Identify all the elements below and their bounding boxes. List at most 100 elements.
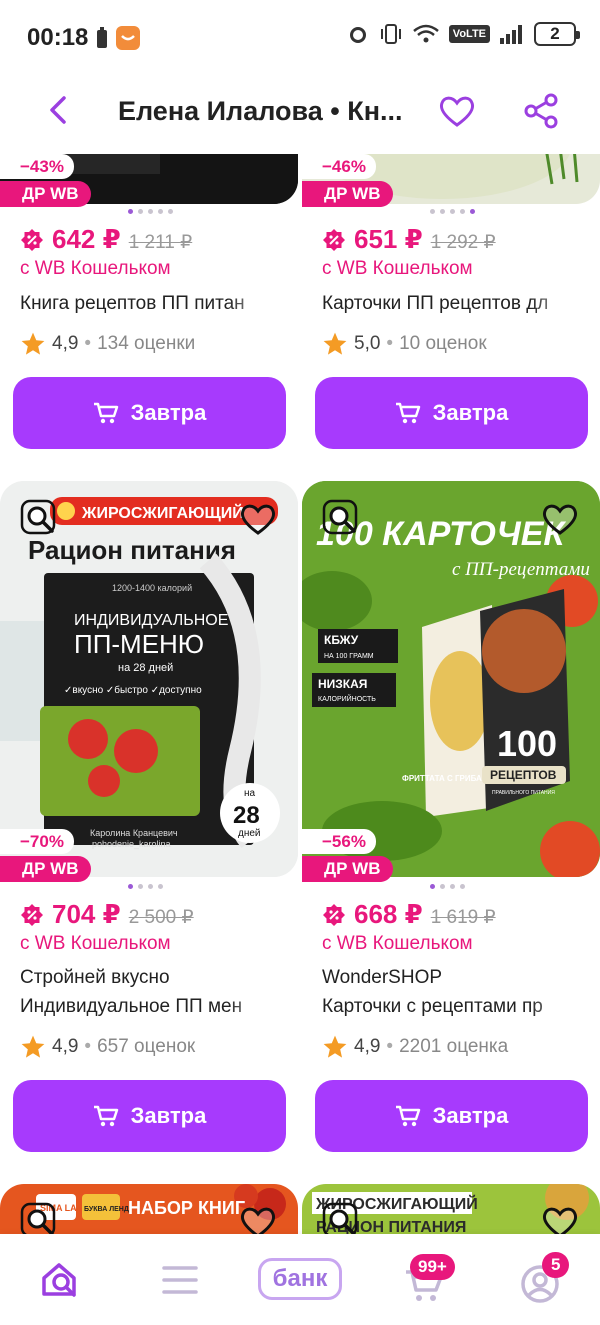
bank-tab[interactable]: банк — [258, 1258, 342, 1300]
image-tag1-sub: НА 100 ГРАММ — [324, 653, 374, 660]
old-price: 2 500 ₽ — [128, 907, 194, 928]
reviews-count[interactable]: 134 оценки — [97, 333, 195, 355]
add-to-cart-button[interactable]: Завтра — [315, 377, 588, 449]
product-name[interactable]: Индивидуальное ПП мен — [20, 992, 280, 1021]
alarm-icon — [349, 27, 366, 43]
battery-saver-icon — [97, 27, 107, 48]
favorite-heart-icon[interactable] — [438, 92, 476, 130]
product-card[interactable]: 100 КАРТОЧЕК с ПП-рецептами КБЖУ НА 100 … — [302, 481, 600, 1161]
image-title-text: Рацион питания — [28, 535, 236, 565]
image-box-label: РЕЦЕПТОВ — [490, 768, 557, 782]
product-brand[interactable]: WonderSHOP — [322, 963, 582, 992]
reviews-count[interactable]: 2201 оценка — [399, 1036, 508, 1058]
rating-row: 5,0 • 10 оценок — [322, 331, 487, 357]
product-photo: ЖИРОСЖИГАЮЩИЙ Рацион питания 1200-1400 к… — [0, 481, 298, 877]
current-price: 642 ₽ — [52, 224, 121, 254]
price-row: 704 ₽ 2 500 ₽ — [20, 899, 194, 930]
rating-value: 4,9 — [52, 333, 79, 354]
status-right-icons: VoLTE 2 — [347, 22, 580, 46]
star-icon — [323, 1035, 347, 1058]
vibrate-icon — [380, 24, 401, 44]
image-tag2-text: НИЗКАЯ — [318, 677, 367, 691]
badges: −70% ДР WB — [0, 829, 91, 882]
add-to-cart-button[interactable]: Завтра — [13, 1080, 286, 1152]
wishlist-heart-icon[interactable] — [542, 1204, 578, 1234]
product-card[interactable]: ЖИРОСЖИГАЮЩИЙ Рацион питания 1200-1400 к… — [0, 481, 298, 1161]
image-title2-text: с ПП-рецептами — [452, 559, 590, 580]
pager-dot — [450, 209, 455, 214]
discount-badge: −56% — [302, 829, 376, 854]
pager-dot — [158, 209, 163, 214]
product-card[interactable]: −46% ДР WB 651 ₽ 1 292 ₽ с WB Кошельком … — [302, 154, 600, 454]
discount-price-icon — [21, 903, 43, 926]
discount-badge: −43% — [0, 154, 74, 179]
promo-badge: ДР WB — [0, 181, 91, 207]
price-row: 668 ₽ 1 619 ₽ — [322, 899, 496, 930]
image-circle-top: на — [244, 788, 256, 799]
image-features-text: ✓вкусно ✓быстро ✓доступно — [64, 684, 202, 696]
badges: −43% ДР WB — [0, 154, 91, 207]
image-box-num: 100 — [497, 723, 557, 764]
discount-price-icon — [323, 228, 345, 251]
similar-search-icon[interactable] — [322, 1202, 358, 1234]
product-image[interactable]: ЖИРОСЖИГАЮЩИЙ Рацион питания 1200-1400 к… — [0, 481, 298, 877]
pager-dot — [128, 884, 133, 889]
image-pager-dots — [430, 884, 465, 889]
rating-separator: • — [386, 333, 394, 354]
rating-value: 4,9 — [354, 1036, 381, 1057]
product-brand[interactable]: Стройней вкусно — [20, 963, 280, 992]
home-search-icon[interactable] — [40, 1260, 82, 1300]
image-tag1-text: КБЖУ — [324, 633, 359, 647]
star-icon — [323, 332, 347, 355]
image-box-sub: ПРАВИЛЬНОГО ПИТАНИЯ — [492, 790, 555, 796]
reviews-count[interactable]: 10 оценок — [399, 333, 487, 355]
status-bar: 00:18 VoLTE 2 — [0, 0, 600, 76]
product-card[interactable]: −43% ДР WB 642 ₽ 1 211 ₽ с WB Кошельком … — [0, 154, 298, 454]
delivery-label: Завтра — [432, 400, 509, 425]
discount-badge: −70% — [0, 829, 74, 854]
image-line2-text: ПП-МЕНЮ — [74, 629, 204, 659]
product-grid[interactable]: −43% ДР WB 642 ₽ 1 211 ₽ с WB Кошельком … — [0, 154, 600, 1234]
catalog-menu-icon[interactable] — [162, 1264, 198, 1296]
product-image[interactable]: 100 КАРТОЧЕК с ПП-рецептами КБЖУ НА 100 … — [302, 481, 600, 877]
reviews-count[interactable]: 657 оценок — [97, 1036, 195, 1058]
pager-dot — [440, 209, 445, 214]
current-price: 651 ₽ — [354, 224, 423, 254]
promo-badge: ДР WB — [302, 181, 393, 207]
product-name[interactable]: Книга рецептов ПП питан — [20, 289, 280, 318]
pager-dot — [430, 209, 435, 214]
star-icon — [21, 1035, 45, 1058]
back-arrow-icon[interactable] — [40, 92, 76, 128]
wishlist-heart-icon[interactable] — [240, 501, 276, 537]
image-pager-dots — [128, 209, 173, 214]
image-calories-text: 1200-1400 калорий — [112, 583, 192, 593]
badges: −46% ДР WB — [302, 154, 393, 207]
pager-dot — [430, 884, 435, 889]
product-name[interactable]: Карточки с рецептами пр — [322, 992, 582, 1021]
delivery-label: Завтра — [130, 400, 207, 425]
wallet-price-note: с WB Кошельком — [322, 258, 473, 279]
product-name[interactable]: Карточки ПП рецептов дл — [322, 289, 582, 318]
status-time: 00:18 — [27, 24, 89, 51]
image-pager-dots — [128, 884, 163, 889]
discount-price-icon — [323, 903, 345, 926]
add-to-cart-button[interactable]: Завтра — [315, 1080, 588, 1152]
cart-count-badge: 99+ — [410, 1254, 455, 1280]
product-card[interactable]: SIMA LAND БУКВА ЛЕНД НАБОР КНИГ — [0, 1184, 298, 1234]
share-icon[interactable] — [522, 92, 560, 130]
current-price: 704 ₽ — [52, 899, 121, 929]
status-left-icons — [96, 26, 140, 50]
delivery-label: Завтра — [432, 1103, 509, 1128]
pager-dot — [450, 884, 455, 889]
pager-dot — [460, 884, 465, 889]
similar-search-icon[interactable] — [20, 1202, 56, 1234]
page-title: Елена Илалова • Кн... — [118, 96, 403, 126]
add-to-cart-button[interactable]: Завтра — [13, 377, 286, 449]
similar-search-icon[interactable] — [322, 499, 358, 535]
delivery-label: Завтра — [130, 1103, 207, 1128]
wishlist-heart-icon[interactable] — [542, 501, 578, 537]
pager-dot — [138, 884, 143, 889]
product-card[interactable]: ЖИРОСЖИГАЮЩИЙ РАЦИОН ПИТАНИЯ — [302, 1184, 600, 1234]
similar-search-icon[interactable] — [20, 499, 56, 535]
wishlist-heart-icon[interactable] — [240, 1204, 276, 1234]
